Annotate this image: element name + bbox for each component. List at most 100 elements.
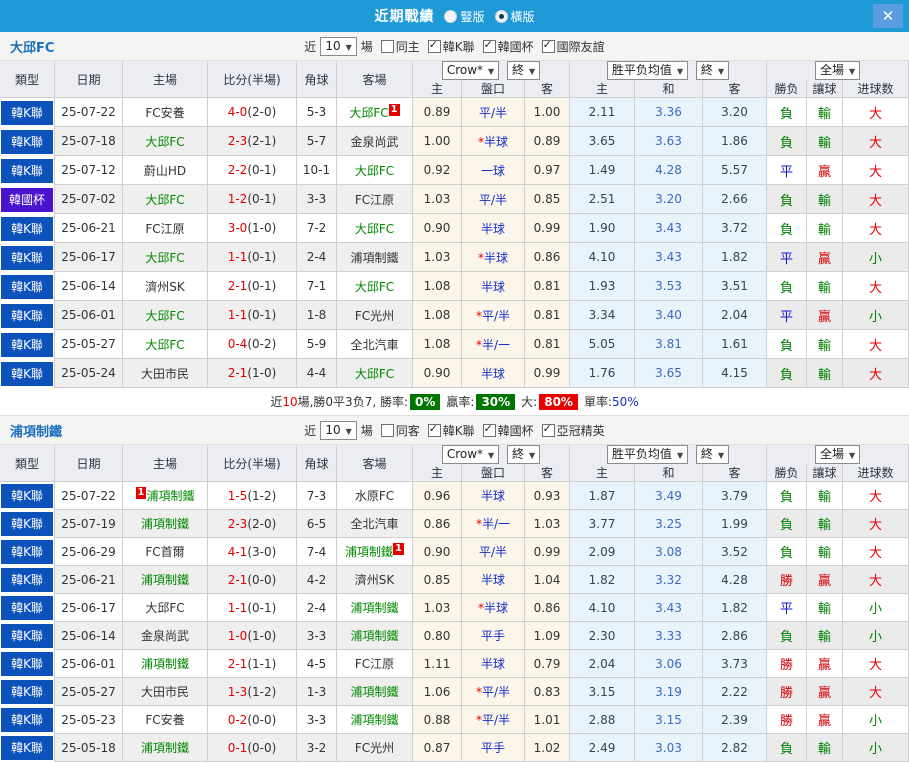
avg-draw-odds: 3.53 — [635, 272, 704, 301]
avg-odds-select[interactable]: 胜平负均值 — [606, 445, 689, 464]
score-cell: 2-3(2-0) — [208, 510, 297, 538]
single-rate-label: 單率: — [583, 395, 612, 409]
date-cell: 25-06-14 — [55, 622, 123, 650]
handicap-away-odds: 0.83 — [525, 678, 571, 706]
score-cell: 2-1(0-0) — [208, 566, 297, 594]
avg-draw-odds: 3.15 — [635, 706, 704, 734]
match-row: 韓K聯 25-07-12 蔚山HD 2-2(0-1) 10-1 大邱FC 0.92 一球 0.9… — [0, 156, 909, 185]
handicap-home-odds: 0.85 — [413, 566, 462, 594]
filter-checkbox-2[interactable]: 韓國杯 — [475, 38, 534, 54]
filter-checkbox-0[interactable]: 同主 — [373, 39, 420, 54]
away-team-cell: 大邱FC — [337, 359, 413, 388]
team-name: 濟州SK — [145, 279, 185, 294]
section1-results-table: 類型 日期 主場 比分(半場) 角球 客場 Crow* 終 胜平负均值 終 全場… — [0, 61, 909, 388]
handicap-line: 平/半 — [481, 685, 511, 699]
result-wdl: 負 — [767, 734, 808, 762]
handicap-line-cell: *半/一 — [462, 330, 525, 359]
halftime-score: (2-1) — [247, 134, 277, 148]
team-name: FC首爾 — [145, 545, 185, 559]
checkbox-icon[interactable] — [482, 38, 496, 53]
home-team-cell: 大邱FC — [123, 243, 208, 272]
handicap-line: 一球 — [480, 163, 505, 178]
match-row: 韓K聯 25-06-14 金泉尚武 1-0(1-0) 3-3 浦項制鐵 0.80 平手 1.09… — [0, 622, 909, 650]
home-team-cell: FC安養 — [123, 98, 208, 127]
checkbox-icon[interactable] — [541, 422, 555, 437]
away-team-cell: 浦項制鐵 — [337, 706, 413, 734]
avg-odds-select[interactable]: 胜平负均值 — [606, 61, 689, 80]
section1-summary: 近 10 場,勝0平3负7, 勝率: 0% 贏率: 30% 大: 80% 單率: 5… — [0, 388, 909, 416]
avg-home-odds: 1.82 — [570, 566, 636, 594]
col-avg-away: 客 — [703, 80, 768, 98]
filter-checkbox-1[interactable]: 韓K聯 — [420, 422, 475, 438]
fullmatch-select[interactable]: 全場 — [814, 61, 861, 80]
vertical-layout-radio[interactable] — [444, 9, 458, 23]
team-name: 大邱FC — [354, 221, 395, 236]
handicap-away-odds: 0.79 — [525, 650, 571, 678]
corners-cell: 4-5 — [297, 650, 337, 678]
checkbox-icon[interactable] — [380, 423, 394, 437]
filter-checkbox-3[interactable]: 國際友誼 — [534, 38, 605, 54]
result-wdl: 勝 — [767, 706, 808, 734]
close-icon[interactable]: ✕ — [873, 4, 903, 28]
handicap-line-cell: *半球 — [462, 243, 525, 272]
match-count-select[interactable]: 10 — [320, 420, 357, 440]
home-team-cell: 浦項制鐵 — [123, 566, 208, 594]
checkbox-icon[interactable] — [482, 422, 496, 437]
handicap-line-cell: 半球 — [462, 566, 525, 594]
filter-checkbox-1[interactable]: 韓K聯 — [420, 38, 475, 54]
halftime-score: (2-0) — [247, 105, 277, 119]
horizontal-layout-label[interactable]: 橫版 — [511, 8, 535, 25]
col-result-handicap: 讓球 — [807, 80, 844, 98]
horizontal-layout-radio[interactable] — [494, 9, 508, 23]
final-odds-select-2[interactable]: 終 — [695, 445, 730, 464]
filter-checkbox-0[interactable]: 同客 — [373, 423, 420, 438]
col-type: 類型 — [0, 61, 55, 98]
final-odds-select-1[interactable]: 終 — [507, 445, 541, 464]
bookmaker-select[interactable]: Crow* — [441, 61, 500, 80]
home-team-cell: 大田市民 — [123, 359, 208, 388]
final-odds-select-1[interactable]: 終 — [507, 61, 541, 80]
col-date: 日期 — [55, 445, 123, 482]
vertical-layout-label[interactable]: 豎版 — [460, 8, 484, 25]
date-cell: 25-06-14 — [55, 272, 123, 301]
type-cell: 韓K聯 — [0, 678, 55, 706]
result-goals: 小 — [843, 706, 909, 734]
corners-cell: 4-2 — [297, 566, 337, 594]
handicap-line: 半球 — [480, 279, 505, 294]
filter-checkbox-3[interactable]: 亞冠精英 — [534, 422, 605, 438]
avg-away-odds: 3.51 — [703, 272, 768, 301]
checkbox-icon[interactable] — [380, 39, 394, 53]
result-handicap: 輸 — [807, 538, 844, 566]
result-wdl: 勝 — [767, 566, 808, 594]
checkbox-icon[interactable] — [427, 38, 441, 53]
date-cell: 25-06-01 — [55, 650, 123, 678]
result-handicap: 贏 — [807, 156, 844, 185]
team-name: 大邱FC — [145, 192, 185, 207]
result-goals: 大 — [843, 510, 909, 538]
team-name: 浦項制鐵 — [140, 517, 189, 531]
checkbox-label: 韓國杯 — [497, 39, 534, 54]
avg-draw-odds: 3.81 — [635, 330, 704, 359]
score-cell: 2-3(2-1) — [208, 127, 297, 156]
bookmaker-select[interactable]: Crow* — [441, 445, 500, 464]
avg-home-odds: 4.10 — [570, 594, 636, 622]
competition-badge: 韓K聯 — [1, 274, 53, 299]
col-home: 主場 — [123, 445, 208, 482]
type-cell: 韓K聯 — [0, 98, 55, 127]
summary-record: 場,勝0平3负7, 勝率: — [297, 395, 409, 409]
avg-draw-odds: 3.65 — [635, 359, 704, 388]
checkbox-icon[interactable] — [541, 38, 555, 53]
match-count-select[interactable]: 10 — [320, 36, 357, 56]
corners-cell: 7-2 — [297, 214, 337, 243]
competition-badge: 韓K聯 — [1, 540, 53, 564]
section2-results-table: 類型 日期 主場 比分(半場) 角球 客場 Crow* 終 胜平负均值 終 全場… — [0, 445, 909, 762]
avg-draw-odds: 3.43 — [635, 214, 704, 243]
fullmatch-select[interactable]: 全場 — [814, 445, 861, 464]
team-name: FC江原 — [145, 221, 185, 236]
corners-cell: 3-3 — [297, 706, 337, 734]
final-odds-select-2[interactable]: 終 — [695, 61, 730, 80]
filter-checkbox-2[interactable]: 韓國杯 — [475, 422, 534, 438]
handicap-home-odds: 0.89 — [413, 98, 462, 127]
checkbox-icon[interactable] — [427, 422, 441, 437]
result-wdl: 負 — [767, 538, 808, 566]
